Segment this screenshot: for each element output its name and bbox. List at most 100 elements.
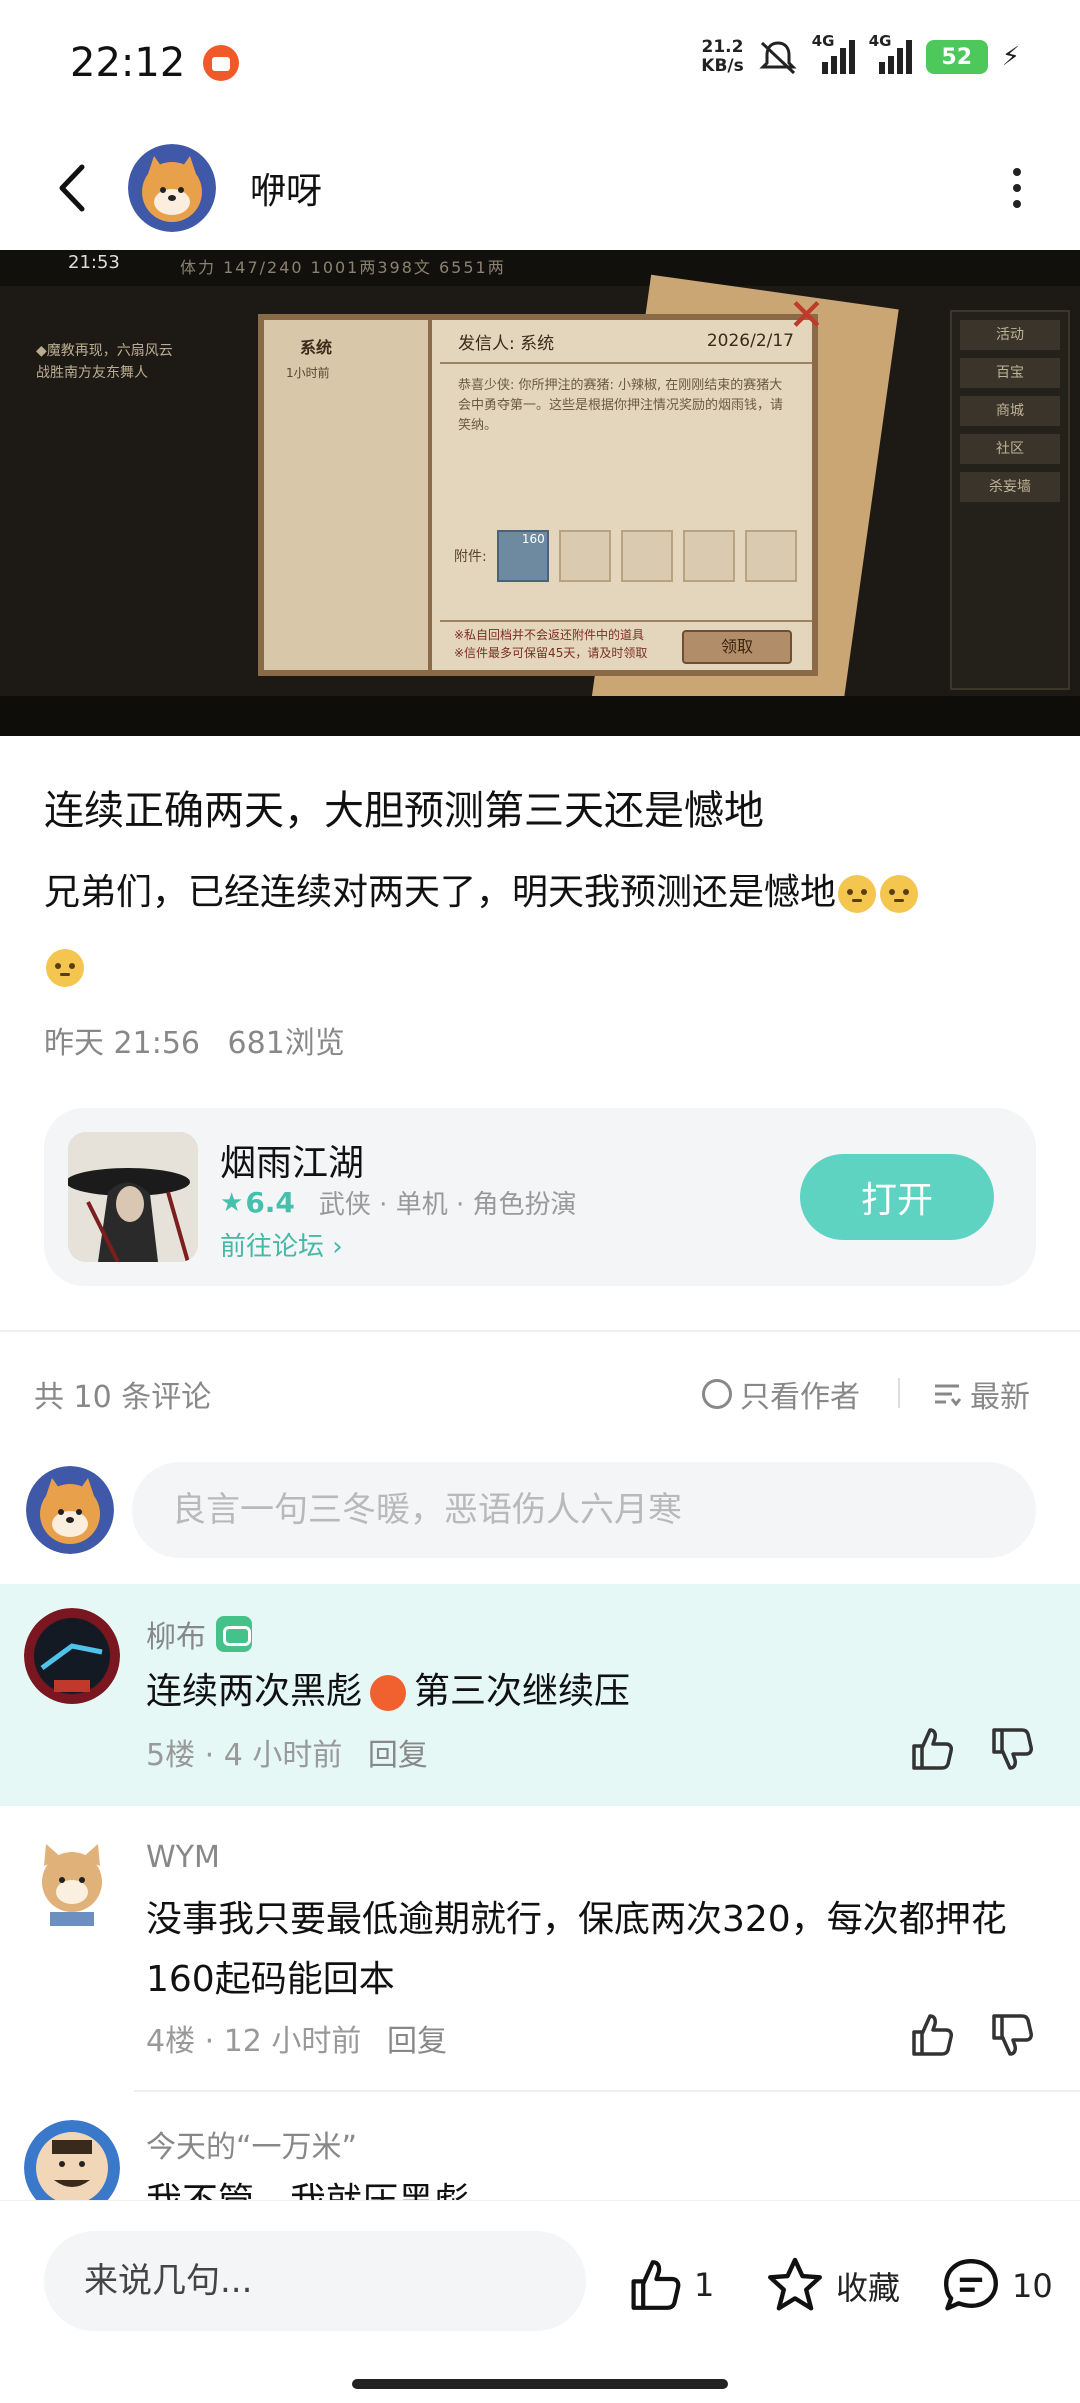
comment-floor: 4楼 · 12 小时前: [146, 2024, 362, 2059]
comment-bubble-icon: [944, 2259, 998, 2311]
post-date: 昨天 21:56: [44, 1026, 200, 1061]
post-body: 兄弟们，已经连续对两天了，明天我预测还是憾地: [44, 856, 1044, 1004]
game-quest-text: ◆魔教再现，六扇风云 战胜南方友东舞人: [36, 343, 173, 381]
attachment-slot: [682, 530, 735, 582]
post-image[interactable]: 21:53 体力 147/240 1001两398文 6551两 ◆魔教再现，六…: [0, 250, 1080, 736]
attachment-slot: [620, 530, 673, 582]
mail-tab-time: 1小时前: [286, 366, 330, 380]
favorite-button[interactable]: 收藏: [764, 2255, 900, 2317]
comment-item: 今天的“一万米” 我不管，我就压黑彪: [0, 2092, 1080, 2200]
game-tags: 武侠 · 单机 · 角色扮演: [318, 1190, 577, 1220]
comment-item: 柳布 连续两次黑彪 第三次继续压 5楼 · 4 小时前 回复: [0, 1584, 1080, 1806]
comment-count: 10: [1012, 2267, 1053, 2305]
thumbs-up-icon[interactable]: [906, 1724, 956, 1774]
thumbs-down-icon[interactable]: [986, 2010, 1036, 2060]
forum-link[interactable]: 前往论坛 ›: [220, 1226, 343, 1263]
mute-icon: [759, 41, 797, 75]
charging-icon: ⚡: [1001, 42, 1020, 72]
game-resources: 体力 147/240 1001两398文 6551两: [180, 258, 506, 277]
attachment-slot: [744, 530, 797, 582]
game-score: 6.4: [245, 1186, 295, 1219]
comment-text: 连续两次黑彪 第三次继续压: [146, 1671, 631, 1712]
shiba-avatar-icon: [128, 143, 216, 232]
gamepad-badge-icon: [216, 1616, 252, 1652]
comment-text: 没事我只要最低逾期就行，保底两次320，每次都押花160起码能回本: [146, 1899, 1007, 2000]
back-button[interactable]: [36, 153, 106, 223]
commenter-avatar[interactable]: [24, 2120, 120, 2200]
more-button[interactable]: [982, 153, 1052, 223]
reply-button[interactable]: 回复: [387, 2024, 447, 2059]
comment-floor: 5楼 · 4 小时前: [146, 1738, 343, 1773]
close-icon: ✕: [788, 290, 825, 341]
home-indicator[interactable]: [352, 2379, 728, 2389]
signal-label: 4G: [811, 32, 835, 50]
author-only-toggle[interactable]: 只看作者: [702, 1372, 860, 1416]
thumbs-up-icon[interactable]: [906, 2010, 956, 2060]
post-title: 连续正确两天，大胆预测第三天还是憾地: [44, 788, 764, 834]
author-avatar[interactable]: [128, 143, 216, 232]
emoji-icon: [46, 949, 84, 987]
like-button[interactable]: 1: [624, 2255, 714, 2315]
commenter-name[interactable]: 今天的“一万米”: [146, 2122, 357, 2166]
attachment-slot: 160: [496, 530, 549, 582]
game-card[interactable]: 烟雨江湖 ★ 6.4 武侠 · 单机 · 角色扮演 前往论坛 › 打开: [44, 1108, 1036, 1286]
mail-tab: 系统: [300, 338, 333, 357]
game-name: 烟雨江湖: [220, 1143, 365, 1184]
thumbs-up-icon: [631, 2260, 681, 2310]
status-bar: 22:12 21.2 KB/s 4G 4G 52 ⚡: [0, 0, 1080, 125]
shiba-avatar-icon: [26, 1466, 114, 1554]
network-speed-unit: KB/s: [701, 56, 744, 76]
signal-label: 4G: [868, 32, 892, 50]
status-time: 22:12: [70, 39, 186, 86]
star-icon: ★: [220, 1187, 244, 1218]
author-name[interactable]: 咿呀: [250, 162, 322, 214]
back-arrow-icon: [59, 164, 85, 211]
battery-icon: 52: [925, 40, 988, 74]
attachment-slot: [558, 530, 611, 582]
mail-sender: 发信人: 系统: [458, 333, 555, 354]
comment-input[interactable]: [132, 1462, 1036, 1558]
comment-meta: 5楼 · 4 小时前 回复: [146, 1730, 428, 1774]
signal-icon: 4G: [812, 32, 855, 74]
signal-icon: 4G: [869, 32, 912, 74]
sort-icon: [935, 1384, 962, 1407]
like-count: 1: [694, 2266, 715, 2304]
game-mail-letter: 系统 1小时前 发信人: 系统 2026/2/17 恭喜少侠: 你所押注的赛猪:…: [258, 314, 818, 676]
my-avatar: [26, 1466, 114, 1554]
post-views: 681浏览: [227, 1026, 345, 1061]
mail-attachments: 附件: 160: [454, 530, 797, 582]
network-speed: 21.2 KB/s: [701, 38, 743, 76]
divider: [898, 1378, 900, 1408]
mail-date: 2026/2/17: [706, 331, 794, 351]
favorite-label: 收藏: [836, 2269, 901, 2307]
game-rating: ★ 6.4 武侠 · 单机 · 角色扮演: [220, 1184, 577, 1221]
quick-comment-input[interactable]: [44, 2231, 586, 2331]
comment-input-row: [0, 1460, 1080, 1560]
emoji-icon: [880, 875, 919, 913]
chevron-right-icon: ›: [332, 1232, 343, 1262]
mail-body: 恭喜少侠: 你所押注的赛猪: 小辣椒, 在刚刚结束的赛猪大会中勇夺第一。这些是根…: [458, 378, 784, 433]
post-meta: 昨天 21:56 681浏览: [44, 1018, 363, 1062]
radio-circle-icon: [702, 1379, 732, 1409]
sort-button[interactable]: 最新: [932, 1372, 1030, 1416]
commenter-name[interactable]: 柳布: [146, 1612, 252, 1656]
angry-emoji-icon: [370, 1675, 407, 1711]
reply-button[interactable]: 回复: [368, 1738, 428, 1773]
emoji-icon: [838, 875, 877, 913]
comment-text: 我不管，我就压黑彪: [146, 2172, 1026, 2200]
comment-item: WYM 没事我只要最低逾期就行，保底两次320，每次都押花160起码能回本 4楼…: [0, 1806, 1080, 2092]
app-notification-icon: [203, 44, 240, 81]
commenter-avatar[interactable]: [24, 1836, 120, 1932]
game-side-menu: 活动 百宝 商城 社区 杀妄墙: [950, 310, 1070, 690]
post-header: 咿呀: [0, 125, 1080, 250]
thumbs-down-icon[interactable]: [986, 1724, 1036, 1774]
star-outline-icon: [768, 2257, 822, 2311]
commenter-name[interactable]: WYM: [146, 1840, 220, 1875]
open-game-button[interactable]: 打开: [800, 1154, 994, 1240]
network-speed-value: 21.2: [701, 37, 744, 57]
comment-button[interactable]: 10: [940, 2255, 1053, 2317]
status-icons: 21.2 KB/s 4G 4G 52 ⚡: [701, 32, 1020, 76]
comments-count: 共 10 条评论: [34, 1380, 212, 1415]
commenter-avatar[interactable]: [24, 1608, 120, 1704]
comment-meta: 4楼 · 12 小时前 回复: [146, 2016, 447, 2060]
